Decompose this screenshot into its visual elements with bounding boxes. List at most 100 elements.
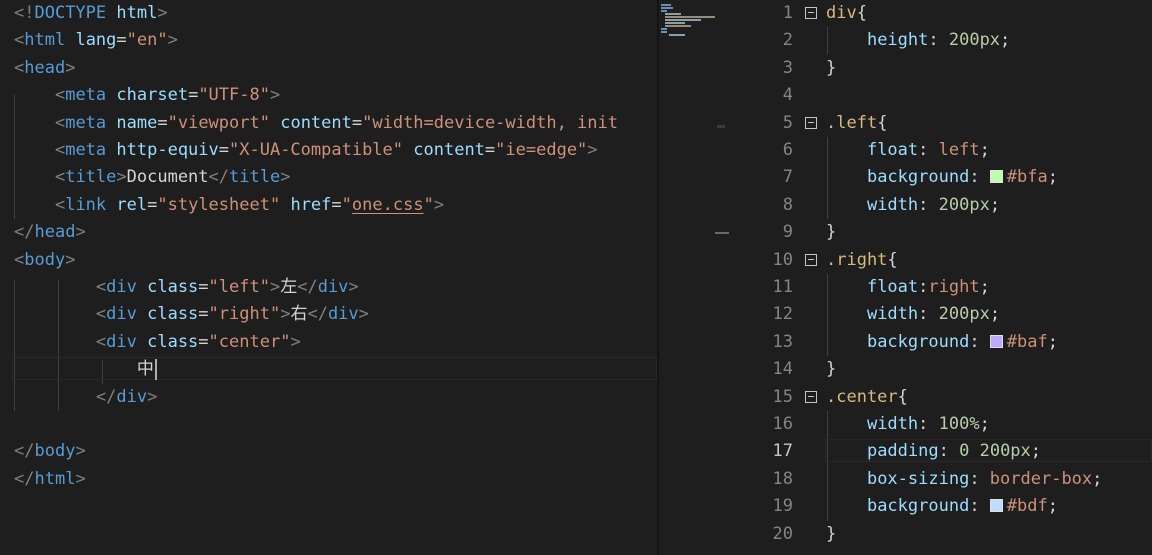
code-token: { <box>897 386 908 407</box>
color-swatch-icon[interactable] <box>989 334 1003 348</box>
css-code-line[interactable]: 16 width: 100%; <box>735 411 1152 438</box>
code-text: <div class="center"> <box>14 329 301 356</box>
css-code-line[interactable]: 20} <box>735 521 1152 548</box>
minimap[interactable] <box>659 0 715 555</box>
html-code-line[interactable]: <head> <box>0 55 657 82</box>
code-token: .right <box>826 249 888 270</box>
css-code-line[interactable]: 19 background: #bdf; <box>735 493 1152 520</box>
code-token: : <box>918 304 939 325</box>
html-code-line[interactable]: <div class="right">右</div> <box>0 301 657 328</box>
code-text: <div class="right">右</div> <box>14 301 369 328</box>
html-code-line[interactable]: <meta charset="UTF-8"> <box>0 82 657 109</box>
line-number: 8 <box>782 194 793 215</box>
code-token: > <box>290 331 301 352</box>
code-text: } <box>826 356 836 383</box>
html-code-line[interactable]: <meta http-equiv="X-UA-Compatible" conte… <box>0 137 657 164</box>
code-token: < <box>54 85 66 106</box>
css-code-line[interactable]: 13 background: #baf; <box>735 329 1152 356</box>
css-code-line[interactable]: 12 width: 200px; <box>735 301 1152 328</box>
code-token: = <box>198 331 209 352</box>
code-token: < <box>14 30 25 51</box>
code-token: = <box>157 112 168 133</box>
line-number: 3 <box>782 57 793 78</box>
html-code-line[interactable]: </div> <box>0 384 657 411</box>
minimap-line <box>661 4 671 6</box>
code-token: </ <box>14 441 35 462</box>
code-token: ; <box>989 304 1001 325</box>
overview-ruler[interactable] <box>715 0 735 555</box>
code-token: Document <box>126 167 209 188</box>
html-editor-pane[interactable]: <!DOCTYPE html> <html lang="en"> <head> <m… <box>0 0 657 555</box>
css-code-line[interactable]: 6 float: left; <box>735 137 1152 164</box>
html-code-line[interactable]: <title>Document</title> <box>0 164 657 191</box>
code-token: class <box>147 331 199 352</box>
css-code-line[interactable]: 7 background: #bfa; <box>735 164 1152 191</box>
line-number: 17 <box>772 441 793 462</box>
code-token: " <box>423 194 434 215</box>
minimap-line <box>661 31 667 33</box>
html-code-line[interactable]: </body> <box>0 438 657 465</box>
code-token: width <box>866 414 919 434</box>
html-code-line[interactable]: </head> <box>0 219 657 246</box>
code-token: ; <box>989 194 1001 215</box>
line-number: 20 <box>772 523 793 544</box>
code-token: .center <box>826 386 898 407</box>
css-code-line[interactable]: 15 .center{ <box>735 384 1152 411</box>
css-editor-pane[interactable]: 1 div{2 height: 200px; 3} 4 5 .left{6 float: … <box>735 0 1152 555</box>
code-token: : <box>969 331 990 352</box>
fold-toggle-icon[interactable] <box>805 116 817 129</box>
css-code-line[interactable]: 1 div{ <box>735 0 1152 27</box>
code-token: : <box>918 414 939 434</box>
html-code-line[interactable]: <html lang="en"> <box>0 27 657 54</box>
css-code-line[interactable]: 8 width: 200px; <box>735 192 1152 219</box>
line-number: 5 <box>782 112 793 133</box>
fold-toggle-icon[interactable] <box>805 390 817 403</box>
html-code-line[interactable]: <!DOCTYPE html> <box>0 0 657 27</box>
code-token: .left <box>826 112 878 133</box>
css-code-line[interactable]: 3} <box>735 55 1152 82</box>
code-token: height <box>866 30 929 51</box>
fold-toggle-icon[interactable] <box>805 7 817 19</box>
css-code-line[interactable]: 17 padding: 0 200px; <box>735 438 1152 465</box>
css-code-line[interactable]: 4 <box>735 82 1152 109</box>
code-token: > <box>280 304 291 325</box>
code-token: "right" <box>208 304 281 325</box>
code-text: <!DOCTYPE html> <box>14 0 168 27</box>
code-token: > <box>75 222 86 243</box>
color-swatch-icon[interactable] <box>989 170 1003 184</box>
html-code-line[interactable]: <body> <box>0 247 657 274</box>
color-swatch-icon[interactable] <box>989 499 1003 513</box>
code-token: </ <box>297 277 318 297</box>
html-code-line[interactable]: <meta name="viewport" content="width=dev… <box>0 110 657 137</box>
css-code-line[interactable]: 18 box-sizing: border-box; <box>735 466 1152 493</box>
css-code-line[interactable]: 2 height: 200px; <box>735 27 1152 54</box>
code-token: meta <box>65 112 107 133</box>
html-code-line[interactable]: 中 <box>0 356 657 383</box>
html-code-line[interactable]: <div class="left">左</div> <box>0 274 657 301</box>
line-number: 16 <box>772 414 793 434</box>
code-text: float: left; <box>826 137 990 164</box>
css-code-line[interactable]: 5 .left{ <box>735 110 1152 137</box>
code-text: .right{ <box>826 247 898 274</box>
fold-toggle-icon[interactable] <box>805 253 817 266</box>
code-token: > <box>157 3 168 23</box>
html-code-line[interactable] <box>0 411 657 438</box>
code-text: .center{ <box>826 384 908 411</box>
css-code-line[interactable]: 10 .right{ <box>735 247 1152 274</box>
code-token: left <box>938 140 980 160</box>
html-code-line[interactable]: <div class="center"> <box>0 329 657 356</box>
html-code-line[interactable]: </html> <box>0 466 657 493</box>
line-number: 13 <box>772 331 793 352</box>
code-token: = <box>198 277 209 297</box>
html-code-line[interactable]: <link rel="stylesheet" href="one.css"> <box>0 192 657 219</box>
line-number: 9 <box>782 222 793 243</box>
css-code-line[interactable]: 14} <box>735 356 1152 383</box>
line-number: 19 <box>772 496 793 517</box>
css-code-line[interactable]: 11 float:right; <box>735 274 1152 301</box>
css-code-line[interactable]: 9} <box>735 219 1152 246</box>
